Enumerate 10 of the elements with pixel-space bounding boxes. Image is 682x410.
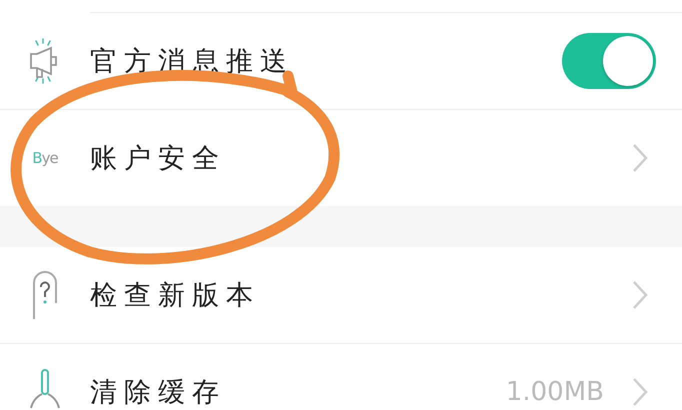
setting-label: 账户安全 [90,142,227,176]
setting-label: 检查新版本 [90,279,261,313]
question-icon [30,269,60,321]
chevron-icon[interactable] [632,143,648,173]
chevron-icon[interactable] [632,377,648,407]
lamp-icon [28,368,62,410]
cache-size: 1.00MB [506,377,604,407]
chevron-icon[interactable] [632,280,648,310]
setting-label: 清除缓存 [90,376,227,410]
logo-icon: Bye [32,149,58,167]
